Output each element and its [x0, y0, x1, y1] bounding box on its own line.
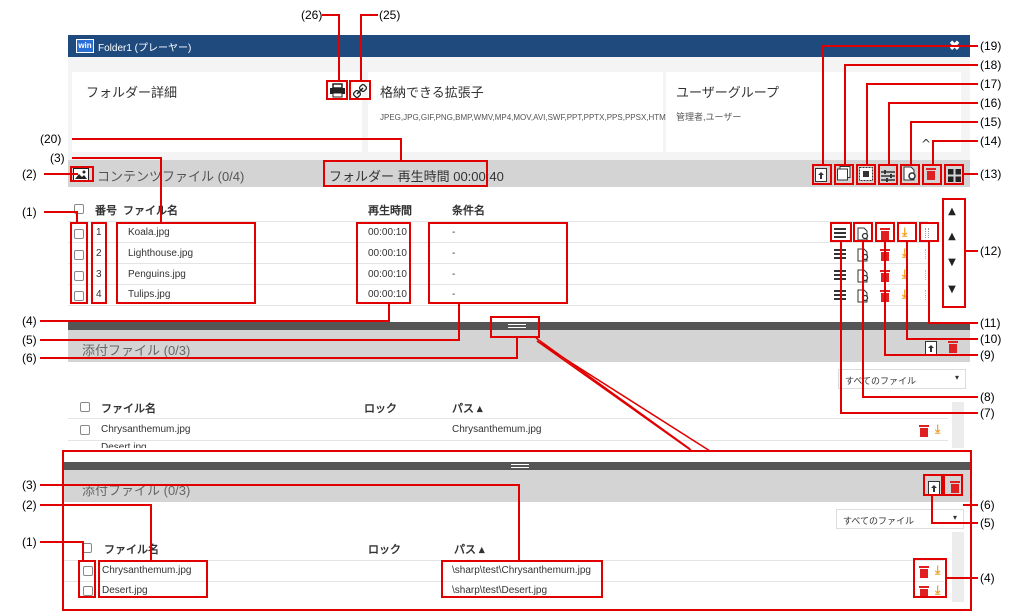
annotation-box-toolbar-icons	[812, 164, 832, 185]
callout-13: (13)	[980, 167, 1002, 181]
zoom-connector-lines	[535, 337, 711, 452]
callout-20: (20)	[40, 132, 62, 146]
annotation-box-14	[922, 164, 942, 185]
annotation-box-b2	[98, 560, 208, 598]
callout-16: (16)	[980, 96, 1002, 110]
callout-9: (9)	[980, 348, 995, 362]
callout-1: (1)	[22, 205, 37, 219]
callout-b6: (6)	[980, 498, 995, 512]
callout-4: (4)	[22, 314, 37, 328]
callout-b4: (4)	[980, 571, 995, 585]
callout-11: (11)	[980, 316, 1001, 330]
annotation-box-playtime	[356, 222, 411, 304]
annotation-box-b3	[441, 560, 603, 598]
callout-25: (25)	[379, 8, 401, 22]
callout-6: (6)	[22, 351, 37, 365]
annotation-box-1	[70, 222, 88, 304]
annotation-box-b6	[943, 474, 963, 496]
annotation-box-4	[91, 222, 107, 304]
annotation-box-11	[919, 222, 939, 242]
callout-19: (19)	[980, 39, 1002, 53]
callout-7: (7)	[980, 406, 995, 420]
annotation-box-3	[116, 222, 256, 304]
annotation-box-7	[830, 222, 852, 242]
callout-26: (26)	[301, 8, 323, 22]
annotation-box-25	[349, 80, 371, 100]
annotation-box-26	[326, 80, 348, 100]
callout-17: (17)	[980, 77, 1002, 91]
annotation-box-13	[944, 164, 964, 185]
annotation-box-20	[323, 160, 488, 187]
annotation-box-10	[897, 222, 917, 242]
annotation-box-9	[875, 222, 895, 242]
annotation-box-16	[878, 164, 898, 185]
callout-10: (10)	[980, 332, 1002, 346]
annotation-box-8	[853, 222, 873, 242]
annotation-box-b1	[78, 560, 96, 598]
callout-b2: (2)	[22, 498, 37, 512]
annotation-box-splitter	[490, 316, 540, 338]
callout-14: (14)	[980, 134, 1002, 148]
callout-18: (18)	[980, 58, 1002, 72]
callout-2: (2)	[22, 167, 37, 181]
callout-5: (5)	[22, 333, 37, 347]
annotation-box-12	[942, 198, 966, 308]
annotation-box-condition	[428, 222, 568, 304]
annotation-box-18	[834, 164, 854, 185]
callout-15: (15)	[980, 115, 1002, 129]
callout-8: (8)	[980, 390, 995, 404]
callout-b3: (3)	[22, 478, 37, 492]
annotation-box-b5	[923, 474, 943, 496]
annotation-box-b4	[913, 558, 947, 598]
callout-12: (12)	[980, 244, 1002, 258]
annotation-box-17	[856, 164, 876, 185]
callout-b1: (1)	[22, 535, 37, 549]
annotation-box-15	[900, 164, 920, 185]
callout-b5: (5)	[980, 516, 995, 530]
callout-3: (3)	[50, 151, 65, 165]
